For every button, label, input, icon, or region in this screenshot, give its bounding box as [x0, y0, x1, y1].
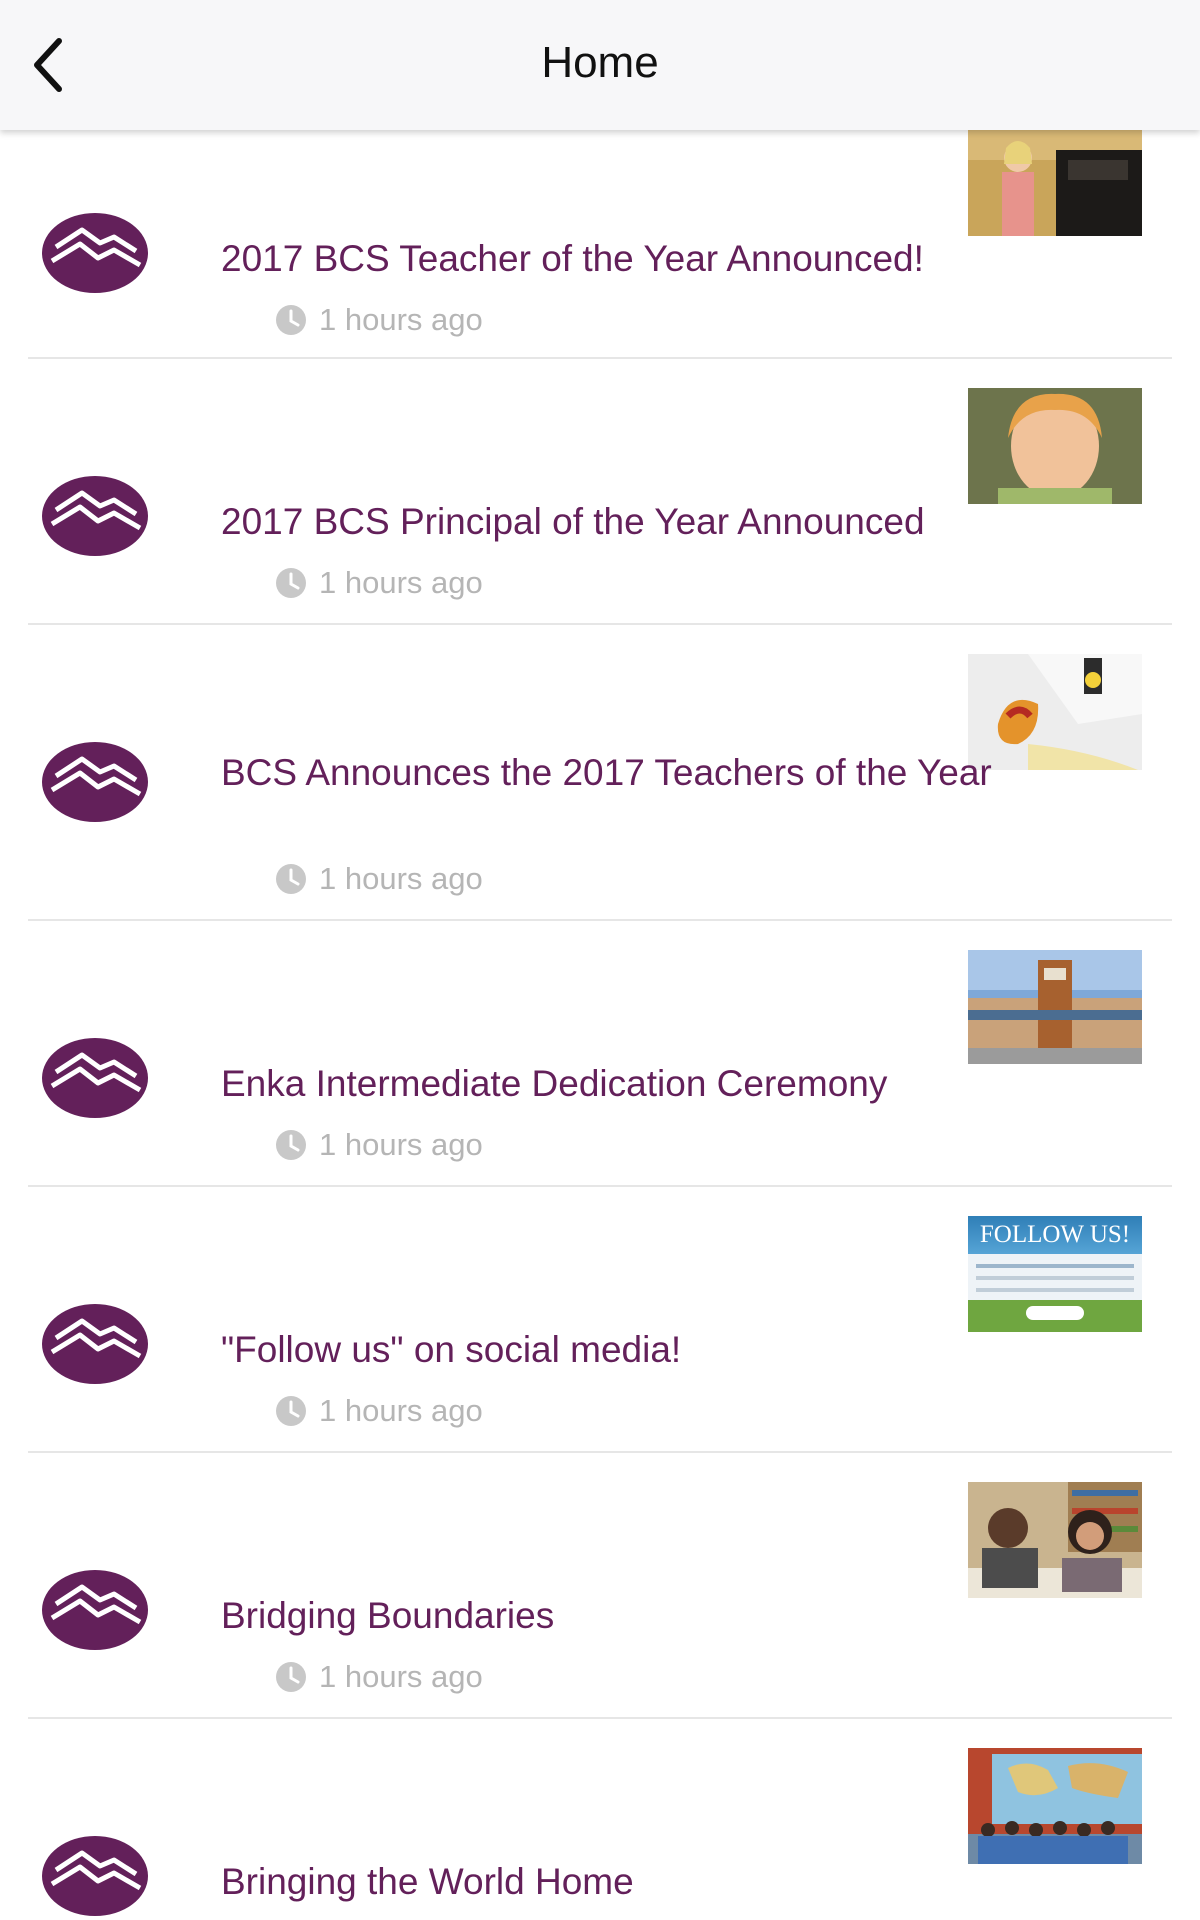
mountain-logo-icon — [42, 1304, 148, 1384]
news-item-title[interactable]: BCS Announces the 2017 Teachers of the Y… — [221, 751, 1021, 795]
clock-icon — [276, 864, 306, 894]
mountain-logo-icon — [42, 476, 148, 556]
news-item-time: 1 hours ago — [275, 302, 483, 338]
news-item-time-label: 1 hours ago — [319, 861, 483, 896]
news-thumbnail — [968, 1748, 1142, 1864]
news-item-time-label: 1 hours ago — [319, 1659, 483, 1694]
news-item-title[interactable]: 2017 BCS Principal of the Year Announced — [221, 500, 1021, 544]
news-item-time-label: 1 hours ago — [319, 302, 483, 337]
mountain-logo-icon — [42, 213, 148, 293]
news-item-time: 1 hours ago — [275, 565, 483, 601]
news-item-time: 1 hours ago — [275, 861, 483, 897]
news-thumbnail — [968, 1482, 1142, 1598]
news-feed-list[interactable]: 2017 BCS Teacher of the Year Announced! … — [0, 130, 1200, 1920]
clock-icon — [276, 1396, 306, 1426]
news-item-time-label: 1 hours ago — [319, 1393, 483, 1428]
news-thumbnail: FOLLOW US! — [968, 1216, 1142, 1332]
mountain-logo-icon — [42, 742, 148, 822]
news-item[interactable]: 2017 BCS Principal of the Year Announced… — [28, 359, 1172, 625]
mountain-logo-icon — [42, 1570, 148, 1650]
top-app-bar: Home — [0, 0, 1200, 130]
news-item-time: 1 hours ago — [275, 1127, 483, 1163]
news-item-title[interactable]: "Follow us" on social media! — [221, 1328, 1021, 1372]
thumbnail-badge — [1026, 1306, 1084, 1320]
news-item[interactable]: BCS Announces the 2017 Teachers of the Y… — [28, 625, 1172, 921]
news-item[interactable]: FOLLOW US! "Follow us" on social media! … — [28, 1187, 1172, 1453]
mountain-logo-icon — [42, 1836, 148, 1916]
news-item-title[interactable]: Bringing the World Home — [221, 1860, 1021, 1904]
news-item-title[interactable]: Enka Intermediate Dedication Ceremony — [221, 1062, 1021, 1106]
mountain-logo-icon — [42, 1038, 148, 1118]
news-item-time: 1 hours ago — [275, 1393, 483, 1429]
page-title: Home — [541, 38, 659, 87]
news-item-time-label: 1 hours ago — [319, 565, 483, 600]
news-item[interactable]: Enka Intermediate Dedication Ceremony 1 … — [28, 921, 1172, 1187]
news-item-time-label: 1 hours ago — [319, 1127, 483, 1162]
news-thumbnail — [968, 388, 1142, 504]
news-item[interactable]: Bridging Boundaries 1 hours ago — [28, 1453, 1172, 1719]
divider — [976, 1264, 1134, 1268]
clock-icon — [276, 305, 306, 335]
clock-icon — [276, 568, 306, 598]
thumbnail-caption: FOLLOW US! — [979, 1221, 1131, 1248]
news-item-title[interactable]: 2017 BCS Teacher of the Year Announced! — [221, 237, 1021, 281]
clock-icon — [276, 1130, 306, 1160]
news-item-title[interactable]: Bridging Boundaries — [221, 1594, 1021, 1638]
divider — [976, 1276, 1134, 1280]
news-item[interactable]: Bringing the World Home — [28, 1719, 1172, 1920]
clock-icon — [276, 1662, 306, 1692]
news-item[interactable]: 2017 BCS Teacher of the Year Announced! … — [28, 130, 1172, 359]
divider — [976, 1288, 1134, 1292]
news-item-time: 1 hours ago — [275, 1659, 483, 1695]
news-thumbnail — [968, 950, 1142, 1064]
news-thumbnail — [968, 130, 1142, 236]
